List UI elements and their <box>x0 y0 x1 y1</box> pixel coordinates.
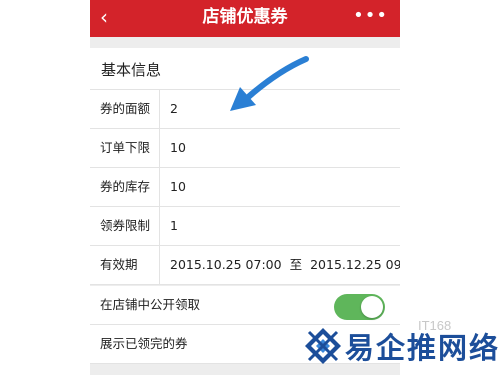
section-title: 基本信息 <box>101 61 162 79</box>
validity-start[interactable]: 2015.10.25 07:00 <box>170 257 282 272</box>
field-value-stock[interactable]: 10 <box>170 168 186 206</box>
field-label: 领券限制 <box>90 207 160 245</box>
field-row-order-minimum[interactable]: 订单下限 10 <box>90 129 400 168</box>
field-row-validity[interactable]: 有效期 2015.10.25 07:00 至 2015.12.25 09:00 <box>90 246 400 285</box>
toggle-label: 展示已领完的券 <box>100 336 188 351</box>
toggle-knob <box>361 296 383 318</box>
public-claim-toggle[interactable] <box>334 294 385 320</box>
validity-separator: 至 <box>289 257 303 272</box>
toggle-row-public-claim: 在店铺中公开领取 <box>90 286 400 325</box>
field-value-claim-limit[interactable]: 1 <box>170 207 178 245</box>
field-label: 有效期 <box>90 246 160 284</box>
toggle-label: 在店铺中公开领取 <box>100 297 201 312</box>
annotation-arrow-icon <box>230 56 309 111</box>
field-value-face-value[interactable]: 2 <box>170 90 178 128</box>
field-value-order-minimum[interactable]: 10 <box>170 129 186 167</box>
validity-value[interactable]: 2015.10.25 07:00 至 2015.12.25 09:00 <box>170 246 400 284</box>
field-row-claim-limit[interactable]: 领券限制 1 <box>90 207 400 246</box>
field-label: 订单下限 <box>90 129 160 167</box>
field-label: 券的面额 <box>90 90 160 128</box>
top-bar: ‹ 店铺优惠券 ••• <box>90 0 400 37</box>
watermark-text: 易企推网络 <box>345 331 500 365</box>
field-row-stock[interactable]: 券的库存 10 <box>90 168 400 207</box>
more-options-icon[interactable]: ••• <box>353 3 388 29</box>
validity-end[interactable]: 2015.12.25 09:00 <box>310 257 400 272</box>
watermark: 易企推网络 <box>303 326 500 366</box>
watermark-logo-icon <box>305 328 341 364</box>
field-label: 券的库存 <box>90 168 160 206</box>
